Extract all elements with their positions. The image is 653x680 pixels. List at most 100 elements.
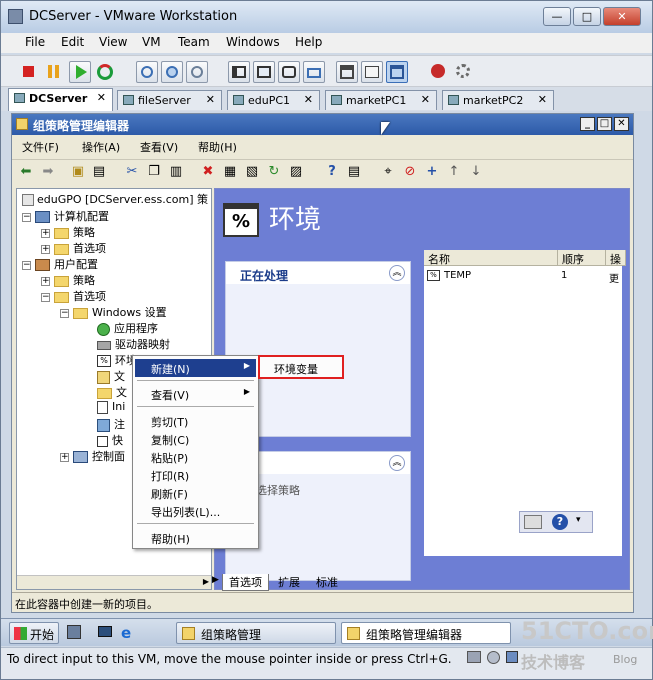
- tab-dcserver[interactable]: DCServer ✕: [8, 88, 113, 111]
- menu-help[interactable]: Help: [295, 35, 322, 49]
- close-icon[interactable]: ✕: [421, 93, 430, 106]
- quick-switch-icon[interactable]: [278, 61, 300, 83]
- expand-icon[interactable]: +: [60, 452, 69, 462]
- menu-item-print[interactable]: 打印(R): [135, 466, 256, 484]
- internet-explorer-icon[interactable]: e: [121, 624, 131, 642]
- tree-item-environment[interactable]: % 环境: [97, 352, 137, 368]
- close-icon[interactable]: ✕: [304, 93, 313, 106]
- collapse-icon[interactable]: −: [60, 308, 69, 318]
- tab-fileserver[interactable]: fileServer ✕: [117, 90, 222, 110]
- menu-item-refresh[interactable]: 刷新(F): [135, 484, 256, 502]
- sidebar-view-icon[interactable]: [228, 61, 250, 83]
- tree-item-folders[interactable]: 文: [97, 384, 127, 400]
- collapse-icon[interactable]: −: [41, 292, 50, 302]
- stop-icon[interactable]: ⊘: [402, 164, 418, 180]
- copy-icon[interactable]: ❐: [146, 164, 162, 180]
- reset-icon[interactable]: [94, 61, 116, 83]
- menu-view[interactable]: View: [99, 35, 127, 49]
- maximize-button[interactable]: □: [573, 7, 601, 26]
- tree-item-preferences[interactable]: + 首选项: [41, 240, 106, 256]
- start-button[interactable]: 开始: [9, 622, 59, 644]
- menu-windows[interactable]: Windows: [226, 35, 280, 49]
- tree-item-preferences[interactable]: − 首选项: [41, 288, 106, 304]
- minimize-button[interactable]: _: [580, 117, 595, 131]
- keyboard-icon[interactable]: [524, 515, 542, 529]
- help-icon[interactable]: ?: [552, 514, 568, 530]
- collapse-icon[interactable]: −: [22, 212, 31, 222]
- tab-preferences[interactable]: 首选项: [222, 574, 269, 591]
- tree-item-registry[interactable]: 注: [97, 416, 125, 432]
- collapse-icon[interactable]: −: [22, 260, 31, 270]
- collapse-chevron-icon[interactable]: ︽: [389, 455, 405, 471]
- expand-icon[interactable]: +: [41, 276, 50, 286]
- menu-file[interactable]: 文件(F): [22, 139, 59, 155]
- title-bar[interactable]: DCServer - VMware Workstation — □ ✕: [1, 1, 652, 33]
- back-icon[interactable]: ⬅: [18, 164, 34, 180]
- tree-item-shortcuts[interactable]: 快: [97, 432, 123, 448]
- menu-item-view[interactable]: 查看(V) ▶: [135, 385, 256, 403]
- revert-snapshot-icon[interactable]: [161, 61, 183, 83]
- paste-icon[interactable]: ▥: [168, 164, 184, 180]
- unity-icon[interactable]: [303, 61, 325, 83]
- tree-item-policies[interactable]: + 策略: [41, 224, 95, 240]
- print-icon[interactable]: ▧: [244, 164, 260, 180]
- tree-hscrollbar[interactable]: ▶: [17, 575, 211, 589]
- scroll-right-icon[interactable]: ▶: [203, 577, 209, 586]
- tree-item-gpo-root[interactable]: eduGPO [DCServer.ess.com] 策: [22, 191, 208, 207]
- menu-item-copy[interactable]: 复制(C): [135, 430, 256, 448]
- power-off-button[interactable]: [18, 61, 40, 83]
- close-icon[interactable]: ✕: [538, 93, 547, 106]
- collapse-chevron-icon[interactable]: ︽: [389, 265, 405, 281]
- command-prompt-icon[interactable]: [98, 626, 112, 637]
- suspend-button[interactable]: [43, 61, 65, 83]
- close-icon[interactable]: ✕: [206, 93, 215, 106]
- delete-icon[interactable]: ✖: [200, 164, 216, 180]
- maximize-button[interactable]: □: [597, 117, 612, 131]
- refresh-icon[interactable]: ↻: [266, 164, 282, 180]
- tree-item-computer-config[interactable]: − 计算机配置: [22, 208, 109, 224]
- power-on-button[interactable]: [69, 61, 91, 83]
- menu-file[interactable]: File: [25, 35, 45, 49]
- tree-item-policies[interactable]: + 策略: [41, 272, 95, 288]
- properties-icon[interactable]: ▦: [222, 164, 238, 180]
- tree-item-ini-files[interactable]: Ini: [97, 400, 125, 414]
- tree-item-user-config[interactable]: − 用户配置: [22, 256, 98, 272]
- menu-view[interactable]: 查看(V): [140, 139, 178, 155]
- menu-action[interactable]: 操作(A): [82, 139, 120, 155]
- taskbar-item-gp-editor[interactable]: 组策略管理编辑器: [341, 622, 511, 644]
- close-button[interactable]: ✕: [614, 117, 629, 131]
- tree-item-drive-maps[interactable]: 驱动器映射: [97, 336, 170, 352]
- show-hide-tree-icon[interactable]: ▤: [91, 164, 107, 180]
- minimize-button[interactable]: —: [543, 7, 571, 26]
- new-item-icon[interactable]: ⌖: [380, 164, 396, 180]
- menu-edit[interactable]: Edit: [61, 35, 84, 49]
- tree-item-applications[interactable]: 应用程序: [97, 320, 158, 336]
- scroll-right-icon[interactable]: ▶: [212, 575, 219, 585]
- tab-marketpc1[interactable]: marketPC1 ✕: [325, 90, 437, 110]
- action-pane-icon[interactable]: ▤: [346, 164, 362, 180]
- settings-gear-icon[interactable]: [453, 61, 475, 83]
- tree-item-windows-settings[interactable]: − Windows 设置: [60, 304, 167, 320]
- menu-item-cut[interactable]: 剪切(T): [135, 412, 256, 430]
- menu-item-new[interactable]: 新建(N) ▶: [135, 359, 256, 377]
- menu-item-export-list[interactable]: 导出列表(L)...: [135, 502, 256, 520]
- submenu-environment-variable[interactable]: 环境变量: [258, 355, 344, 379]
- tree-item-control-panel[interactable]: + 控制面: [60, 448, 125, 464]
- server-manager-icon[interactable]: [67, 625, 81, 639]
- tab-extended[interactable]: 扩展: [274, 574, 304, 590]
- snapshot-manager-icon[interactable]: [186, 61, 208, 83]
- column-header-order[interactable]: 顺序: [558, 250, 606, 266]
- hard-disk-icon[interactable]: [467, 651, 481, 663]
- menu-item-paste[interactable]: 粘贴(P): [135, 448, 256, 466]
- appliance-view-icon[interactable]: [361, 61, 383, 83]
- dropdown-arrow-icon[interactable]: ▾: [576, 515, 581, 525]
- close-button[interactable]: ✕: [603, 7, 641, 26]
- cut-icon[interactable]: ✂: [124, 164, 140, 180]
- expand-icon[interactable]: +: [41, 244, 50, 254]
- help-icon[interactable]: ?: [324, 164, 340, 180]
- taskbar-item-gp-management[interactable]: 组策略管理: [176, 622, 336, 644]
- close-icon[interactable]: ✕: [97, 91, 106, 104]
- expand-icon[interactable]: +: [41, 228, 50, 238]
- network-icon[interactable]: [506, 651, 518, 663]
- move-up-icon[interactable]: ↑: [446, 164, 462, 180]
